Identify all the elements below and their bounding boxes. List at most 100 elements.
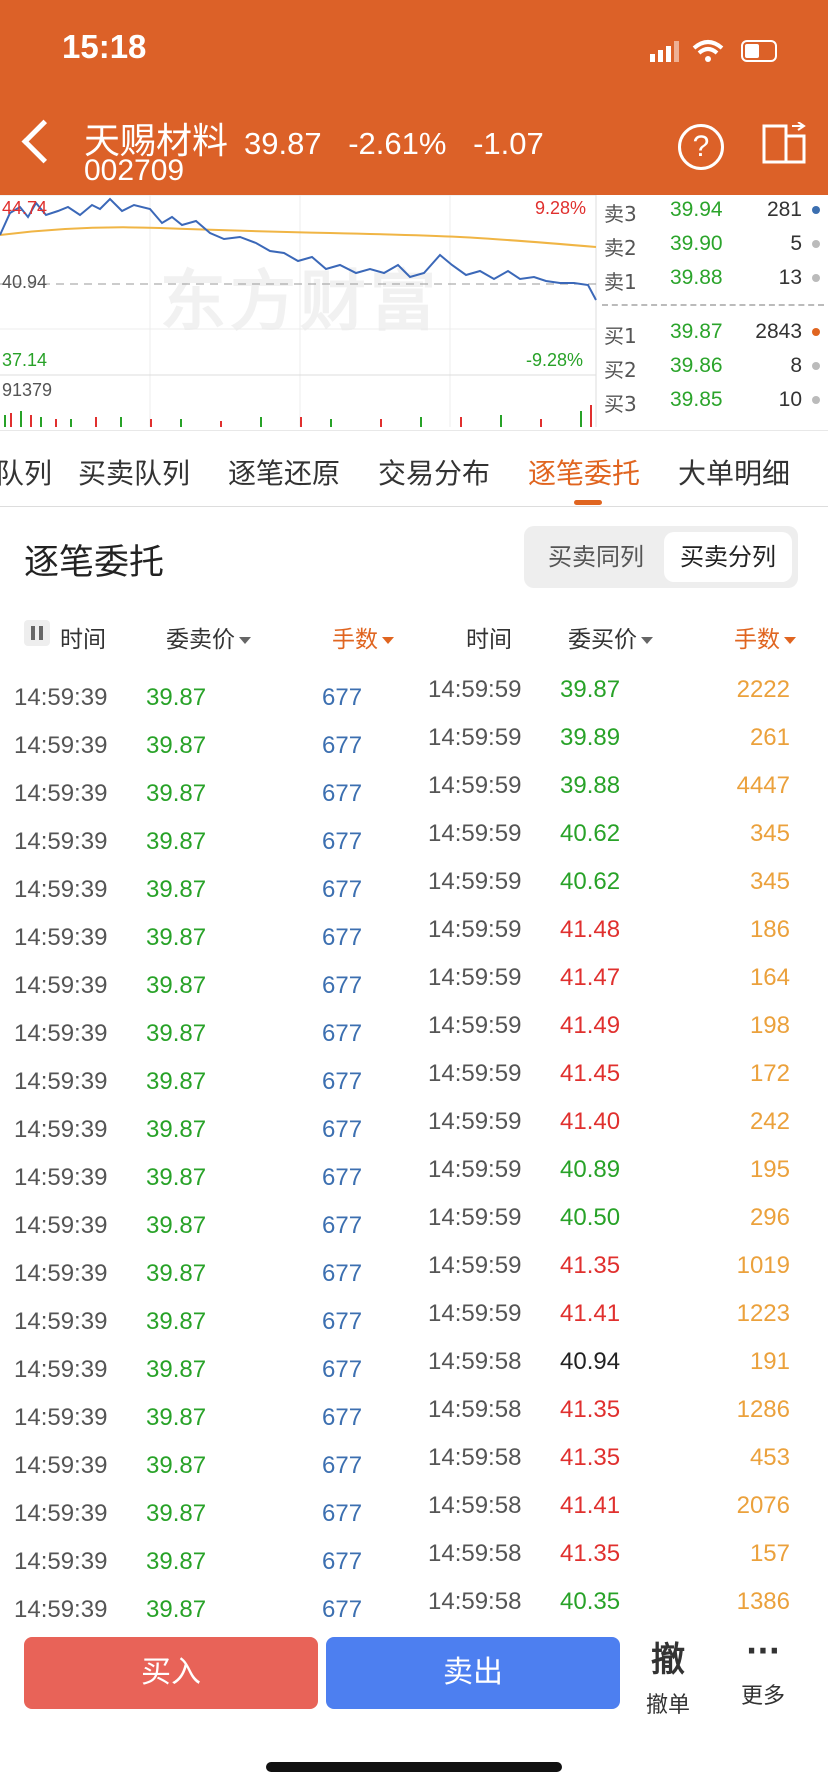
dot-icon [812, 328, 820, 336]
sell-row-qty: 677 [322, 1260, 363, 1287]
tab-tick-restore[interactable]: 逐笔还原 [228, 452, 340, 492]
buy-row-price: 39.88 [560, 772, 621, 799]
header-buy-price[interactable]: 委买价 [568, 620, 653, 654]
sell-row-time: 14:59:39 [14, 732, 108, 759]
sell-row-qty: 677 [322, 1020, 363, 1047]
sell-row-qty: 677 [322, 1116, 363, 1143]
sell-row-qty: 677 [322, 876, 363, 903]
buy-row-price: 41.45 [560, 1060, 621, 1087]
stock-change: -1.07 [473, 126, 544, 161]
buy-row-price: 41.35 [560, 1252, 621, 1279]
buy-button[interactable]: 买入 [24, 1637, 318, 1709]
dot-icon [812, 396, 820, 404]
tab-large-orders[interactable]: 大单明细 [678, 452, 790, 492]
orderbook-buy-3: 买3 39.85 10 [604, 388, 824, 422]
toggle-same-column[interactable]: 买卖同列 [532, 532, 660, 582]
buy-row-qty: 198 [749, 1012, 790, 1039]
orderbook-sell-3: 卖3 39.94 281 [604, 198, 824, 232]
more-button[interactable]: ··· 更多 [730, 1632, 796, 1710]
cancel-order-button[interactable]: 撤 撤单 [636, 1632, 700, 1719]
header-sell-price[interactable]: 委卖价 [166, 620, 251, 654]
tab-buy-sell-queue[interactable]: 买卖队列 [78, 452, 190, 492]
buy-row-qty: 191 [749, 1348, 790, 1375]
buy-row-qty: 1386 [736, 1588, 790, 1615]
help-icon[interactable]: ? [678, 124, 724, 170]
sell-row-qty: 677 [322, 684, 363, 711]
sell-row-time: 14:59:39 [14, 1068, 108, 1095]
sell-row-time: 14:59:39 [14, 1500, 108, 1527]
tab-queue[interactable]: 队列 [0, 452, 52, 492]
buy-row-qty: 1223 [736, 1300, 790, 1327]
buy-row-time: 14:59:59 [428, 1060, 522, 1087]
orderbook-sell-2: 卖2 39.90 5 [604, 232, 824, 266]
buy-row-time: 14:59:59 [428, 820, 522, 847]
header-sell-qty[interactable]: 手数 [332, 620, 394, 654]
caret-down-icon [641, 637, 653, 644]
buy-row-price: 41.41 [560, 1300, 621, 1327]
active-tab-indicator [574, 500, 602, 505]
dot-icon [812, 240, 820, 248]
sell-row-time: 14:59:39 [14, 1356, 108, 1383]
buy-row-qty: 157 [749, 1540, 790, 1567]
home-indicator [266, 1762, 562, 1772]
buy-row-qty: 186 [749, 916, 790, 943]
caret-down-icon [239, 637, 251, 644]
sell-row-qty: 677 [322, 828, 363, 855]
layout-toggle: 买卖同列 买卖分列 [524, 526, 798, 588]
buy-row-qty: 195 [749, 1156, 790, 1183]
buy-row-time: 14:59:59 [428, 1108, 522, 1135]
sell-row-price: 39.87 [146, 1548, 207, 1575]
buy-row-qty: 345 [749, 820, 790, 847]
back-icon[interactable] [21, 119, 66, 164]
more-icon: ··· [745, 1634, 781, 1669]
sell-row-qty: 677 [322, 732, 363, 759]
buy-row-time: 14:59:59 [428, 724, 522, 751]
sell-row-price: 39.87 [146, 1260, 207, 1287]
sell-row-qty: 677 [322, 924, 363, 951]
buy-row-time: 14:59:58 [428, 1348, 522, 1375]
dot-icon [812, 362, 820, 370]
chart-high-label: 44.74 [2, 198, 48, 218]
toggle-split-columns[interactable]: 买卖分列 [664, 532, 792, 582]
chart-high-pct: 9.28% [535, 198, 587, 218]
cancel-icon: 撤 [651, 1640, 685, 1680]
buy-row-qty: 261 [749, 724, 790, 751]
buy-row-time: 14:59:58 [428, 1492, 522, 1519]
dot-icon [812, 206, 820, 214]
switch-view-icon[interactable] [762, 122, 806, 166]
buy-row-price: 41.35 [560, 1444, 621, 1471]
buy-row-time: 14:59:59 [428, 916, 522, 943]
sell-row-price: 39.87 [146, 1116, 207, 1143]
sell-row-time: 14:59:39 [14, 1596, 108, 1623]
section-title: 逐笔委托 [24, 543, 165, 583]
buy-row-qty: 345 [749, 868, 790, 895]
sell-row-price: 39.87 [146, 1068, 207, 1095]
buy-row-qty: 2076 [736, 1492, 790, 1519]
status-time: 15:18 [62, 28, 147, 65]
sell-button[interactable]: 卖出 [326, 1637, 620, 1709]
sell-row-qty: 677 [322, 1500, 363, 1527]
stock-change-pct: -2.61% [348, 126, 447, 161]
sell-row-price: 39.87 [146, 1500, 207, 1527]
pause-icon[interactable] [24, 620, 50, 646]
sell-row-time: 14:59:39 [14, 1548, 108, 1575]
quote-line: 39.87 -2.61% -1.07 [244, 126, 562, 162]
sell-row-qty: 677 [322, 1548, 363, 1575]
intraday-chart [0, 195, 597, 427]
orderbook-buy-1: 买1 39.87 2843 [604, 320, 824, 354]
sell-row-price: 39.87 [146, 732, 207, 759]
buy-row-qty: 296 [749, 1204, 790, 1231]
sell-row-time: 14:59:39 [14, 1308, 108, 1335]
buy-row-time: 14:59:59 [428, 1012, 522, 1039]
buy-row-qty: 242 [749, 1108, 790, 1135]
sell-row-time: 14:59:39 [14, 780, 108, 807]
header-buy-qty[interactable]: 手数 [734, 620, 796, 654]
buy-row-time: 14:59:59 [428, 772, 522, 799]
app-header: 15:18 天赐材料 002709 39.87 -2.61% -1.07 ? [0, 0, 828, 195]
tab-tick-orders[interactable]: 逐笔委托 [528, 452, 640, 492]
buy-row-price: 39.87 [560, 676, 621, 703]
sell-row-qty: 677 [322, 1452, 363, 1479]
sell-row-time: 14:59:39 [14, 876, 108, 903]
buy-row-price: 39.89 [560, 724, 621, 751]
tab-trade-distribution[interactable]: 交易分布 [378, 452, 490, 492]
